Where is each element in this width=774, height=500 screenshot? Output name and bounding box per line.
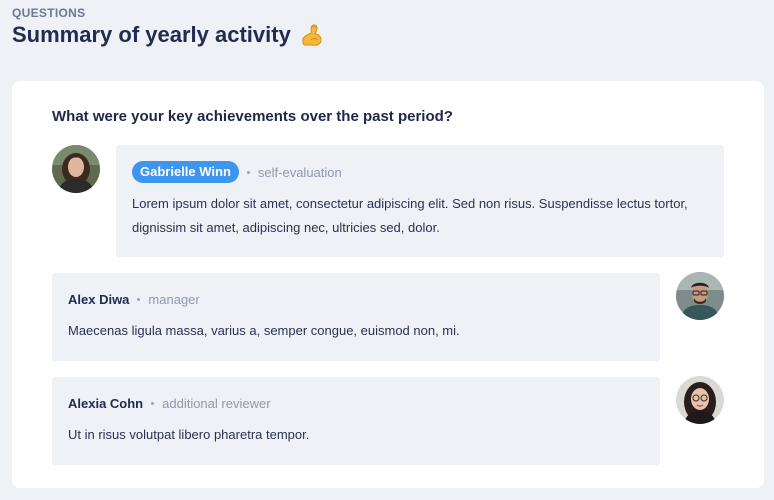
author-name: Alex Diwa <box>68 292 130 307</box>
response-text: Maecenas ligula massa, varius a, semper … <box>68 323 460 338</box>
author-role: self-evaluation <box>257 164 342 180</box>
avatar <box>676 272 724 320</box>
avatar <box>676 376 724 424</box>
response-bubble: Alex Diwa manager Maecenas ligula massa,… <box>52 273 660 361</box>
author-role: manager <box>148 292 200 307</box>
avatar <box>52 145 100 193</box>
response-header: Alex Diwa manager <box>68 292 200 307</box>
response-header: Alexia Cohn additional reviewer <box>68 396 271 411</box>
section-label: QUESTIONS <box>12 6 86 20</box>
question-text: What were your key achievements over the… <box>52 108 453 125</box>
response-bubble: Alexia Cohn additional reviewer Ut in ri… <box>52 377 660 465</box>
response-bubble: Gabrielle Winn self-evaluation Lorem ips… <box>116 145 724 257</box>
response-header: Gabrielle Winn self-evaluation <box>132 161 342 183</box>
page-title-text: Summary of yearly activity <box>12 22 291 47</box>
author-name: Alexia Cohn <box>68 396 144 411</box>
separator-dot <box>246 170 250 174</box>
separator-dot <box>151 402 155 405</box>
flexed-biceps-icon <box>299 22 325 48</box>
question-card: What were your key achievements over the… <box>12 81 764 488</box>
author-name-pill[interactable]: Gabrielle Winn <box>132 161 239 183</box>
response-text: Lorem ipsum dolor sit amet, consectetur … <box>132 196 688 235</box>
author-role: additional reviewer <box>162 396 271 411</box>
separator-dot <box>137 298 141 301</box>
response-text: Ut in risus volutpat libero pharetra tem… <box>68 427 310 442</box>
page-title: Summary of yearly activity <box>12 22 325 48</box>
